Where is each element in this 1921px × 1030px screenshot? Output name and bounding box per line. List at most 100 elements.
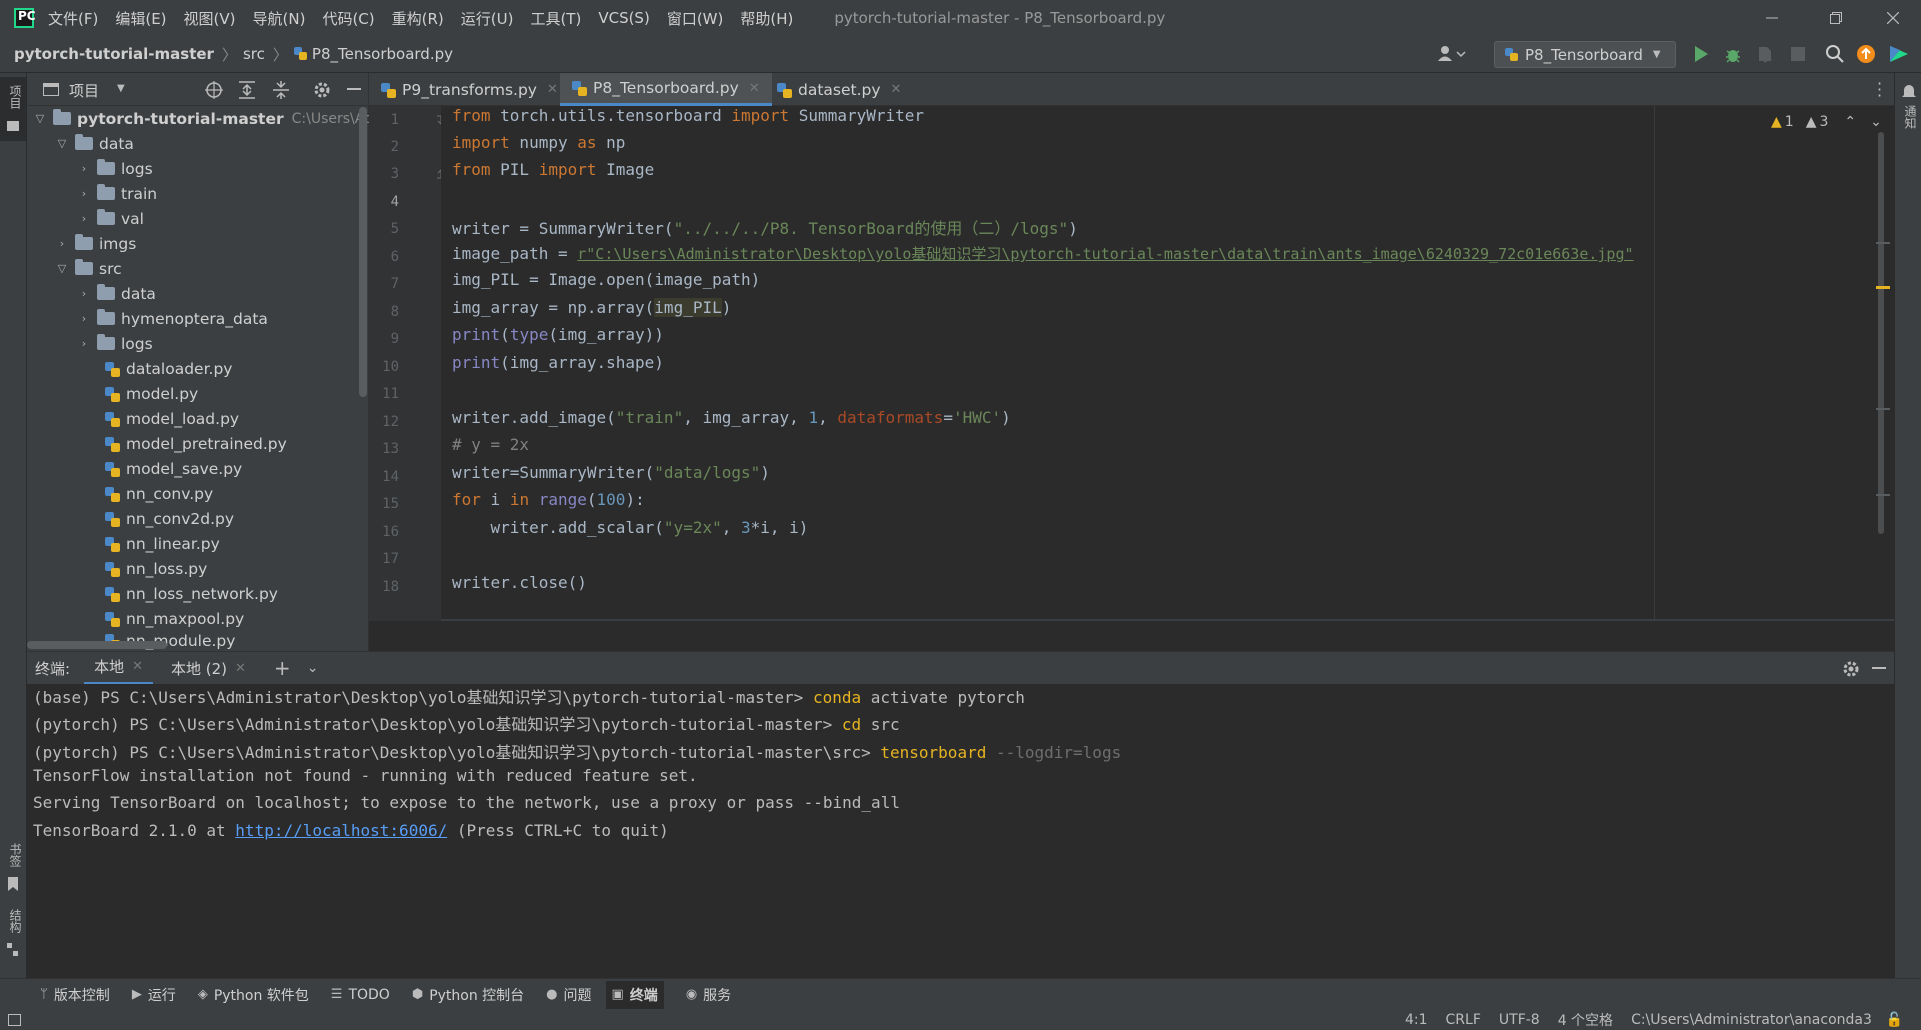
line-number: 13 — [382, 441, 399, 457]
terminal-tab-local-2[interactable]: 本地 (2) ✕ — [161, 652, 256, 685]
tree-item-file[interactable]: nn_conv2d.py — [105, 506, 234, 531]
structure-strip-button[interactable]: 结构 — [0, 909, 26, 965]
code-token: r"C:\Users\Administrator\Desktop\yolo基础知… — [577, 245, 1634, 263]
bell-icon[interactable] — [1902, 83, 1916, 99]
breadcrumb-project[interactable]: pytorch-tutorial-master — [14, 45, 214, 63]
menu-tools[interactable]: 工具(T) — [530, 8, 581, 29]
tree-item-folder[interactable]: › hymenoptera_data — [77, 306, 268, 331]
tree-item-file[interactable]: nn_conv.py — [105, 481, 213, 506]
toolwindow-python-console[interactable]: ⬢ Python 控制台 — [412, 985, 524, 1005]
close-icon[interactable]: ✕ — [749, 81, 760, 96]
tree-item-file[interactable]: dataloader.py — [105, 356, 232, 381]
indent-setting[interactable]: 4 个空格 — [1558, 1010, 1613, 1030]
project-strip-button[interactable]: 项目 — [0, 77, 26, 141]
tree-item-folder[interactable]: › data — [77, 281, 156, 306]
breadcrumb-file[interactable]: P8_Tensorboard.py — [312, 45, 453, 63]
hide-panel-icon[interactable] — [347, 88, 361, 91]
toolwindow-vcs[interactable]: ᛘ 版本控制 — [40, 985, 110, 1005]
locate-file-icon[interactable] — [205, 81, 223, 99]
menu-window[interactable]: 窗口(W) — [667, 8, 724, 29]
tree-item-folder[interactable]: › imgs — [55, 231, 136, 256]
toolwindow-problems[interactable]: ● 问题 — [546, 985, 591, 1005]
tensorboard-link[interactable]: http://localhost:6006/ — [235, 821, 447, 840]
breadcrumb-src[interactable]: src — [243, 45, 265, 63]
tree-item-file[interactable]: model_pretrained.py — [105, 431, 287, 456]
previous-highlight-icon[interactable]: ⌃ — [1844, 114, 1856, 130]
collapse-all-icon[interactable] — [273, 81, 289, 99]
close-icon[interactable]: ✕ — [235, 661, 246, 676]
debug-icon[interactable] — [1724, 45, 1742, 63]
tab-p9-transforms[interactable]: P9_transforms.py ✕ — [369, 73, 570, 106]
chevron-down-icon[interactable]: ⌄ — [307, 660, 319, 676]
menu-help[interactable]: 帮助(H) — [740, 8, 793, 29]
project-horizontal-scrollbar[interactable] — [27, 641, 167, 649]
toolwindow-todo[interactable]: ☰ TODO — [331, 987, 390, 1003]
notifications-label[interactable]: 通知 — [1899, 105, 1919, 129]
tree-item-file[interactable]: model.py — [105, 381, 198, 406]
menu-code[interactable]: 代码(C) — [322, 8, 374, 29]
jetbrains-toolbox-icon[interactable] — [1888, 44, 1910, 64]
add-terminal-icon[interactable]: + — [274, 656, 291, 680]
menu-edit[interactable]: 编辑(E) — [115, 8, 166, 29]
project-scrollbar[interactable] — [359, 107, 367, 397]
python-interpreter[interactable]: C:\Users\Administrator\anaconda3 — [1631, 1012, 1872, 1028]
bookmarks-strip-button[interactable]: 书签 — [0, 843, 26, 899]
menu-file[interactable]: 文件(F) — [48, 8, 98, 29]
toolwindow-run[interactable]: ▶ 运行 — [132, 985, 176, 1005]
update-icon[interactable] — [1856, 44, 1876, 64]
project-panel-title[interactable]: 项目 — [69, 80, 99, 101]
tree-item-folder[interactable]: › val — [77, 206, 144, 231]
tab-dataset[interactable]: dataset.py ✕ — [765, 73, 913, 106]
toolwindow-terminal[interactable]: ▣ 终端 — [605, 980, 664, 1009]
gear-icon[interactable] — [313, 81, 331, 99]
search-icon[interactable] — [1825, 44, 1845, 64]
tree-item-file[interactable]: model_save.py — [105, 456, 242, 481]
tree-item-folder[interactable]: › logs — [77, 331, 153, 356]
close-icon[interactable]: ✕ — [132, 659, 143, 674]
line-separator[interactable]: CRLF — [1446, 1012, 1481, 1028]
close-window-icon[interactable] — [1865, 0, 1921, 36]
chevron-down-icon[interactable]: ▼ — [117, 83, 125, 94]
tree-item-file[interactable]: model_load.py — [105, 406, 239, 431]
menu-refactor[interactable]: 重构(R) — [392, 8, 444, 29]
tree-item-file[interactable]: nn_linear.py — [105, 531, 220, 556]
stop-icon[interactable] — [1791, 47, 1805, 61]
user-icon[interactable] — [1437, 44, 1467, 64]
hide-panel-icon[interactable] — [1872, 667, 1886, 670]
file-encoding[interactable]: UTF-8 — [1499, 1012, 1540, 1028]
tree-item-folder[interactable]: › logs — [77, 156, 153, 181]
restore-icon[interactable] — [1808, 0, 1864, 36]
caret-position[interactable]: 4:1 — [1405, 1012, 1428, 1028]
lock-icon[interactable]: 🔓 — [1886, 1012, 1903, 1028]
tree-item-file[interactable]: nn_loss.py — [105, 556, 207, 581]
next-highlight-icon[interactable]: ⌄ — [1870, 114, 1882, 130]
run-icon[interactable] — [1693, 45, 1709, 63]
menu-vcs[interactable]: VCS(S) — [598, 9, 649, 27]
tab-p8-tensorboard[interactable]: P8_Tensorboard.py ✕ — [560, 73, 772, 106]
terminal-tab-local[interactable]: 本地 ✕ — [84, 651, 153, 685]
terminal-output[interactable]: (base) PS C:\Users\Administrator\Desktop… — [27, 684, 1894, 978]
tree-item-folder[interactable]: › train — [77, 181, 157, 206]
menu-run[interactable]: 运行(U) — [461, 8, 514, 29]
menu-navigate[interactable]: 导航(N) — [253, 8, 306, 29]
toolwindow-services[interactable]: ◉ 服务 — [686, 985, 731, 1005]
toggle-tool-windows-icon[interactable] — [8, 1014, 21, 1026]
tree-item-file[interactable]: nn_loss_network.py — [105, 581, 278, 606]
minimize-icon[interactable] — [1744, 0, 1800, 36]
code-editor[interactable]: from torch.utils.tensorboard import Summ… — [441, 106, 1894, 621]
close-icon[interactable]: ✕ — [891, 82, 902, 97]
expand-all-icon[interactable] — [239, 81, 255, 99]
tree-item-folder[interactable]: ▽ src — [55, 256, 122, 281]
more-options-icon[interactable]: · · · — [1877, 76, 1882, 104]
inspection-widget[interactable]: ▲ 1 ▲ 3 ⌃ ⌄ — [1771, 114, 1882, 130]
run-configuration-select[interactable]: P8_Tensorboard ▼ — [1494, 41, 1676, 68]
toolwindow-python-packages[interactable]: ◈ Python 软件包 — [198, 985, 309, 1005]
editor-scrollbar[interactable] — [1878, 132, 1884, 534]
menu-view[interactable]: 视图(V) — [184, 8, 236, 29]
coverage-icon[interactable] — [1757, 45, 1775, 63]
gear-icon[interactable] — [1842, 660, 1860, 678]
tree-item-file[interactable]: nn_maxpool.py — [105, 606, 244, 631]
tree-item-project-root[interactable]: ▽ pytorch-tutorial-master C:\Users\Adm — [33, 106, 387, 131]
tree-item-folder[interactable]: ▽ data — [55, 131, 134, 156]
close-icon[interactable]: ✕ — [547, 82, 558, 97]
